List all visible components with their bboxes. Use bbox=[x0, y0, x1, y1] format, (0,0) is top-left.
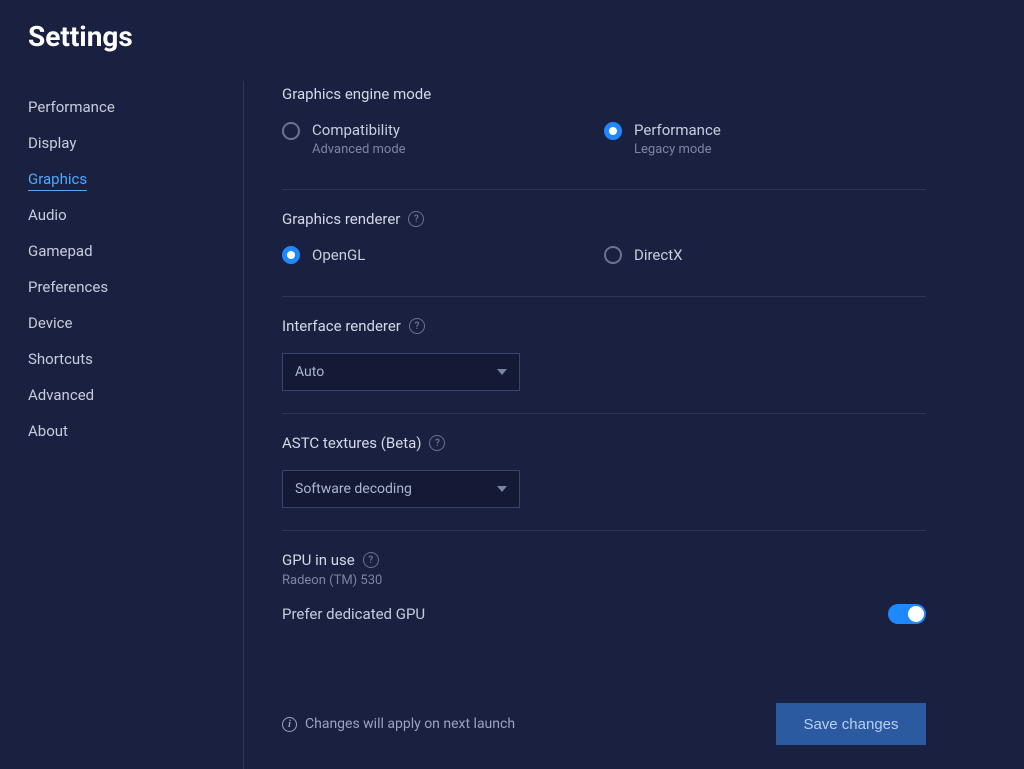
radio-sublabel: Legacy mode bbox=[634, 142, 721, 157]
page-title: Settings bbox=[28, 20, 996, 53]
engine-mode-title: Graphics engine mode bbox=[282, 85, 926, 103]
dropdown-value: Software decoding bbox=[295, 481, 412, 497]
radio-label: Compatibility bbox=[312, 121, 406, 139]
toggle-knob bbox=[908, 606, 924, 622]
radio-label: Performance bbox=[634, 121, 721, 139]
radio-icon bbox=[282, 122, 300, 140]
sidebar: Performance Display Graphics Audio Gamep… bbox=[28, 81, 243, 769]
radio-label: DirectX bbox=[634, 246, 683, 264]
section-divider bbox=[282, 189, 926, 190]
sidebar-item-audio[interactable]: Audio bbox=[28, 197, 243, 233]
sidebar-item-gamepad[interactable]: Gamepad bbox=[28, 233, 243, 269]
help-icon[interactable]: ? bbox=[429, 435, 445, 451]
section-divider bbox=[282, 413, 926, 414]
chevron-down-icon bbox=[497, 369, 507, 375]
sidebar-item-preferences[interactable]: Preferences bbox=[28, 269, 243, 305]
footer-note: i Changes will apply on next launch bbox=[282, 716, 515, 732]
section-divider bbox=[282, 296, 926, 297]
help-icon[interactable]: ? bbox=[408, 211, 424, 227]
sidebar-item-device[interactable]: Device bbox=[28, 305, 243, 341]
save-changes-button[interactable]: Save changes bbox=[776, 703, 926, 745]
prefer-gpu-label: Prefer dedicated GPU bbox=[282, 605, 425, 623]
chevron-down-icon bbox=[497, 486, 507, 492]
sidebar-item-performance[interactable]: Performance bbox=[28, 89, 243, 125]
sidebar-item-graphics[interactable]: Graphics bbox=[28, 161, 243, 197]
prefer-gpu-toggle[interactable] bbox=[888, 604, 926, 624]
interface-renderer-dropdown[interactable]: Auto bbox=[282, 353, 520, 391]
help-icon[interactable]: ? bbox=[363, 552, 379, 568]
radio-icon bbox=[282, 246, 300, 264]
help-icon[interactable]: ? bbox=[409, 318, 425, 334]
info-icon: i bbox=[282, 717, 297, 732]
engine-mode-compatibility[interactable]: Compatibility Advanced mode bbox=[282, 121, 604, 157]
radio-sublabel: Advanced mode bbox=[312, 142, 406, 157]
astc-title: ASTC textures (Beta) ? bbox=[282, 434, 926, 452]
sidebar-item-advanced[interactable]: Advanced bbox=[28, 377, 243, 413]
dropdown-value: Auto bbox=[295, 364, 324, 380]
sidebar-item-display[interactable]: Display bbox=[28, 125, 243, 161]
engine-mode-performance[interactable]: Performance Legacy mode bbox=[604, 121, 926, 157]
renderer-title: Graphics renderer ? bbox=[282, 210, 926, 228]
radio-icon bbox=[604, 246, 622, 264]
section-divider bbox=[282, 530, 926, 531]
radio-icon bbox=[604, 122, 622, 140]
gpu-title: GPU in use ? bbox=[282, 551, 926, 569]
renderer-opengl[interactable]: OpenGL bbox=[282, 246, 604, 264]
astc-dropdown[interactable]: Software decoding bbox=[282, 470, 520, 508]
sidebar-item-about[interactable]: About bbox=[28, 413, 243, 449]
interface-renderer-title: Interface renderer ? bbox=[282, 317, 926, 335]
renderer-directx[interactable]: DirectX bbox=[604, 246, 926, 264]
radio-label: OpenGL bbox=[312, 246, 365, 264]
gpu-name: Radeon (TM) 530 bbox=[282, 573, 926, 588]
main-panel: Graphics engine mode Compatibility Advan… bbox=[244, 81, 996, 769]
sidebar-item-shortcuts[interactable]: Shortcuts bbox=[28, 341, 243, 377]
